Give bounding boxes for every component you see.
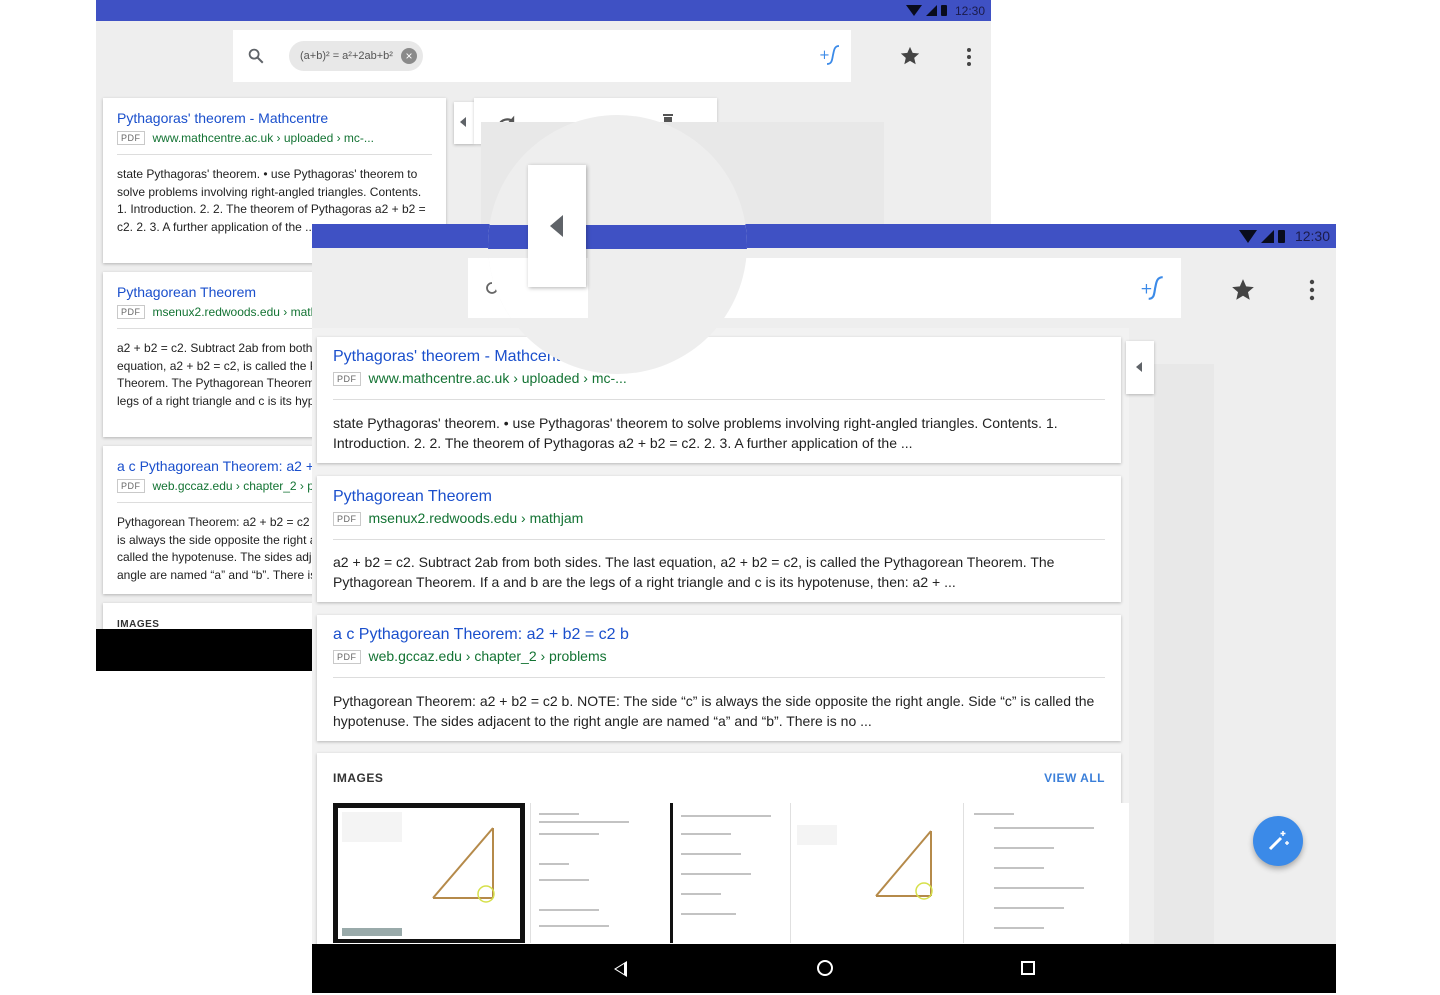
panel-collapse-tab[interactable] [1126, 341, 1154, 394]
star-icon[interactable] [899, 45, 921, 67]
signal-icon [925, 5, 937, 16]
image-thumbnail[interactable] [963, 803, 1129, 943]
result-source: PDF msenux2.redwoods.edu › mathjam [333, 510, 583, 528]
result-title[interactable]: Pythagorean Theorem [117, 284, 256, 300]
pdf-badge: PDF [333, 371, 361, 386]
result-title[interactable]: Pythagorean Theorem [333, 488, 492, 506]
chevron-left-icon[interactable] [550, 215, 563, 237]
search-toolbar: (a+b)² = a²+2ab+b² × + [96, 21, 991, 91]
formula-icon[interactable]: + [1140, 274, 1166, 302]
status-icons: 12:30 [1238, 224, 1330, 248]
triangle-diagram-image [338, 808, 520, 939]
chevron-left-icon[interactable] [1136, 362, 1142, 372]
divider [333, 677, 1105, 678]
result-card[interactable]: a c Pythagorean Theorem: a2 + b2 = c2 b … [317, 615, 1121, 741]
image-thumbnail[interactable] [790, 803, 960, 943]
chevron-left-icon[interactable] [460, 117, 466, 127]
divider [333, 539, 1105, 540]
nav-home-icon[interactable] [817, 960, 833, 976]
result-url[interactable]: msenux2.redwoods.edu › mathjam [369, 510, 584, 526]
search-icon[interactable] [247, 47, 265, 65]
query-chip-text: (a+b)² = a²+2ab+b² [300, 50, 393, 62]
pdf-badge: PDF [117, 478, 145, 493]
status-bar: 12:30 [312, 224, 1336, 248]
result-title[interactable]: a c Pythagorean Theorem: a2 + b2 = c2 b [333, 626, 629, 644]
image-thumbnail[interactable] [530, 803, 670, 943]
divider [333, 399, 1105, 400]
svg-text:+: + [819, 48, 830, 63]
result-url[interactable]: msenux2.redwoods.edu › mathjam [153, 305, 337, 319]
wifi-icon [1238, 229, 1257, 243]
navigation-bar [312, 944, 1336, 993]
triangle-diagram-image [791, 803, 960, 943]
more-vert-icon[interactable] [964, 47, 974, 67]
result-snippet: state Pythagoras' theorem. • use Pythago… [333, 415, 1058, 451]
result-url[interactable]: web.gccaz.edu › chapter_2 › problems [369, 648, 607, 664]
result-url[interactable]: www.mathcentre.ac.uk › uploaded › mc-... [369, 370, 627, 386]
panel-collapse-tab[interactable] [454, 102, 474, 144]
signal-icon [1260, 229, 1274, 243]
nav-recents-icon[interactable] [1021, 961, 1035, 975]
result-snippet: Pythagorean Theorem: a2 + b2 = c2 b. NOT… [333, 693, 1095, 729]
result-url[interactable]: www.mathcentre.ac.uk › uploaded › mc-... [153, 131, 374, 145]
images-heading: IMAGES [333, 771, 384, 785]
foreground-tablet-screen: 12:30 + Pythagoras' theorem - Mathcentre… [312, 224, 1336, 993]
search-toolbar: + [312, 248, 1336, 328]
pdf-badge: PDF [333, 649, 361, 664]
battery-icon [940, 5, 947, 16]
svg-text:+: + [1140, 279, 1153, 297]
result-snippet: a2 + b2 = c2. Subtract 2ab from both sid… [333, 554, 1055, 590]
nav-back-icon-inner [616, 964, 624, 974]
result-card[interactable]: Pythagorean Theorem PDF msenux2.redwoods.… [317, 476, 1121, 602]
result-title[interactable]: Pythagoras' theorem - Mathcentre [333, 348, 574, 366]
divider [117, 154, 432, 155]
star-icon[interactable] [1230, 277, 1256, 303]
pdf-badge: PDF [117, 304, 145, 319]
result-source: PDF web.gccaz.edu › chapter_2 › problems [333, 648, 607, 666]
drawing-canvas[interactable] [1154, 364, 1214, 944]
magic-wand-icon [1268, 831, 1289, 851]
wifi-icon [905, 5, 922, 16]
result-source: PDF www.mathcentre.ac.uk › uploaded › mc-… [333, 370, 627, 388]
query-chip[interactable]: (a+b)² = a²+2ab+b² × [289, 41, 423, 71]
pdf-badge: PDF [117, 130, 145, 145]
battery-icon [1277, 229, 1285, 243]
result-card[interactable]: Pythagoras' theorem - Mathcentre PDF www.… [317, 337, 1121, 463]
image-thumbnail[interactable] [333, 803, 525, 943]
formula-icon[interactable]: + [819, 43, 843, 67]
result-source: PDF www.mathcentre.ac.uk › uploaded › mc-… [117, 129, 432, 147]
status-time: 12:30 [954, 3, 985, 18]
magnifier-overlay [488, 115, 747, 374]
clear-query-icon[interactable]: × [400, 48, 417, 64]
status-bar: 12:30 [96, 0, 991, 21]
status-icons: 12:30 [905, 0, 985, 21]
image-thumbnail[interactable] [670, 803, 788, 943]
status-time: 12:30 [1294, 228, 1330, 244]
view-all-link[interactable]: VIEW ALL [1044, 771, 1105, 785]
more-vert-icon[interactable] [1306, 279, 1318, 301]
magnified-collapse-tab[interactable] [528, 165, 586, 287]
result-title[interactable]: Pythagoras' theorem - Mathcentre [117, 110, 328, 126]
magic-wand-button[interactable] [1253, 816, 1303, 866]
search-box[interactable]: (a+b)² = a²+2ab+b² × + [233, 30, 851, 82]
pdf-badge: PDF [333, 511, 361, 526]
